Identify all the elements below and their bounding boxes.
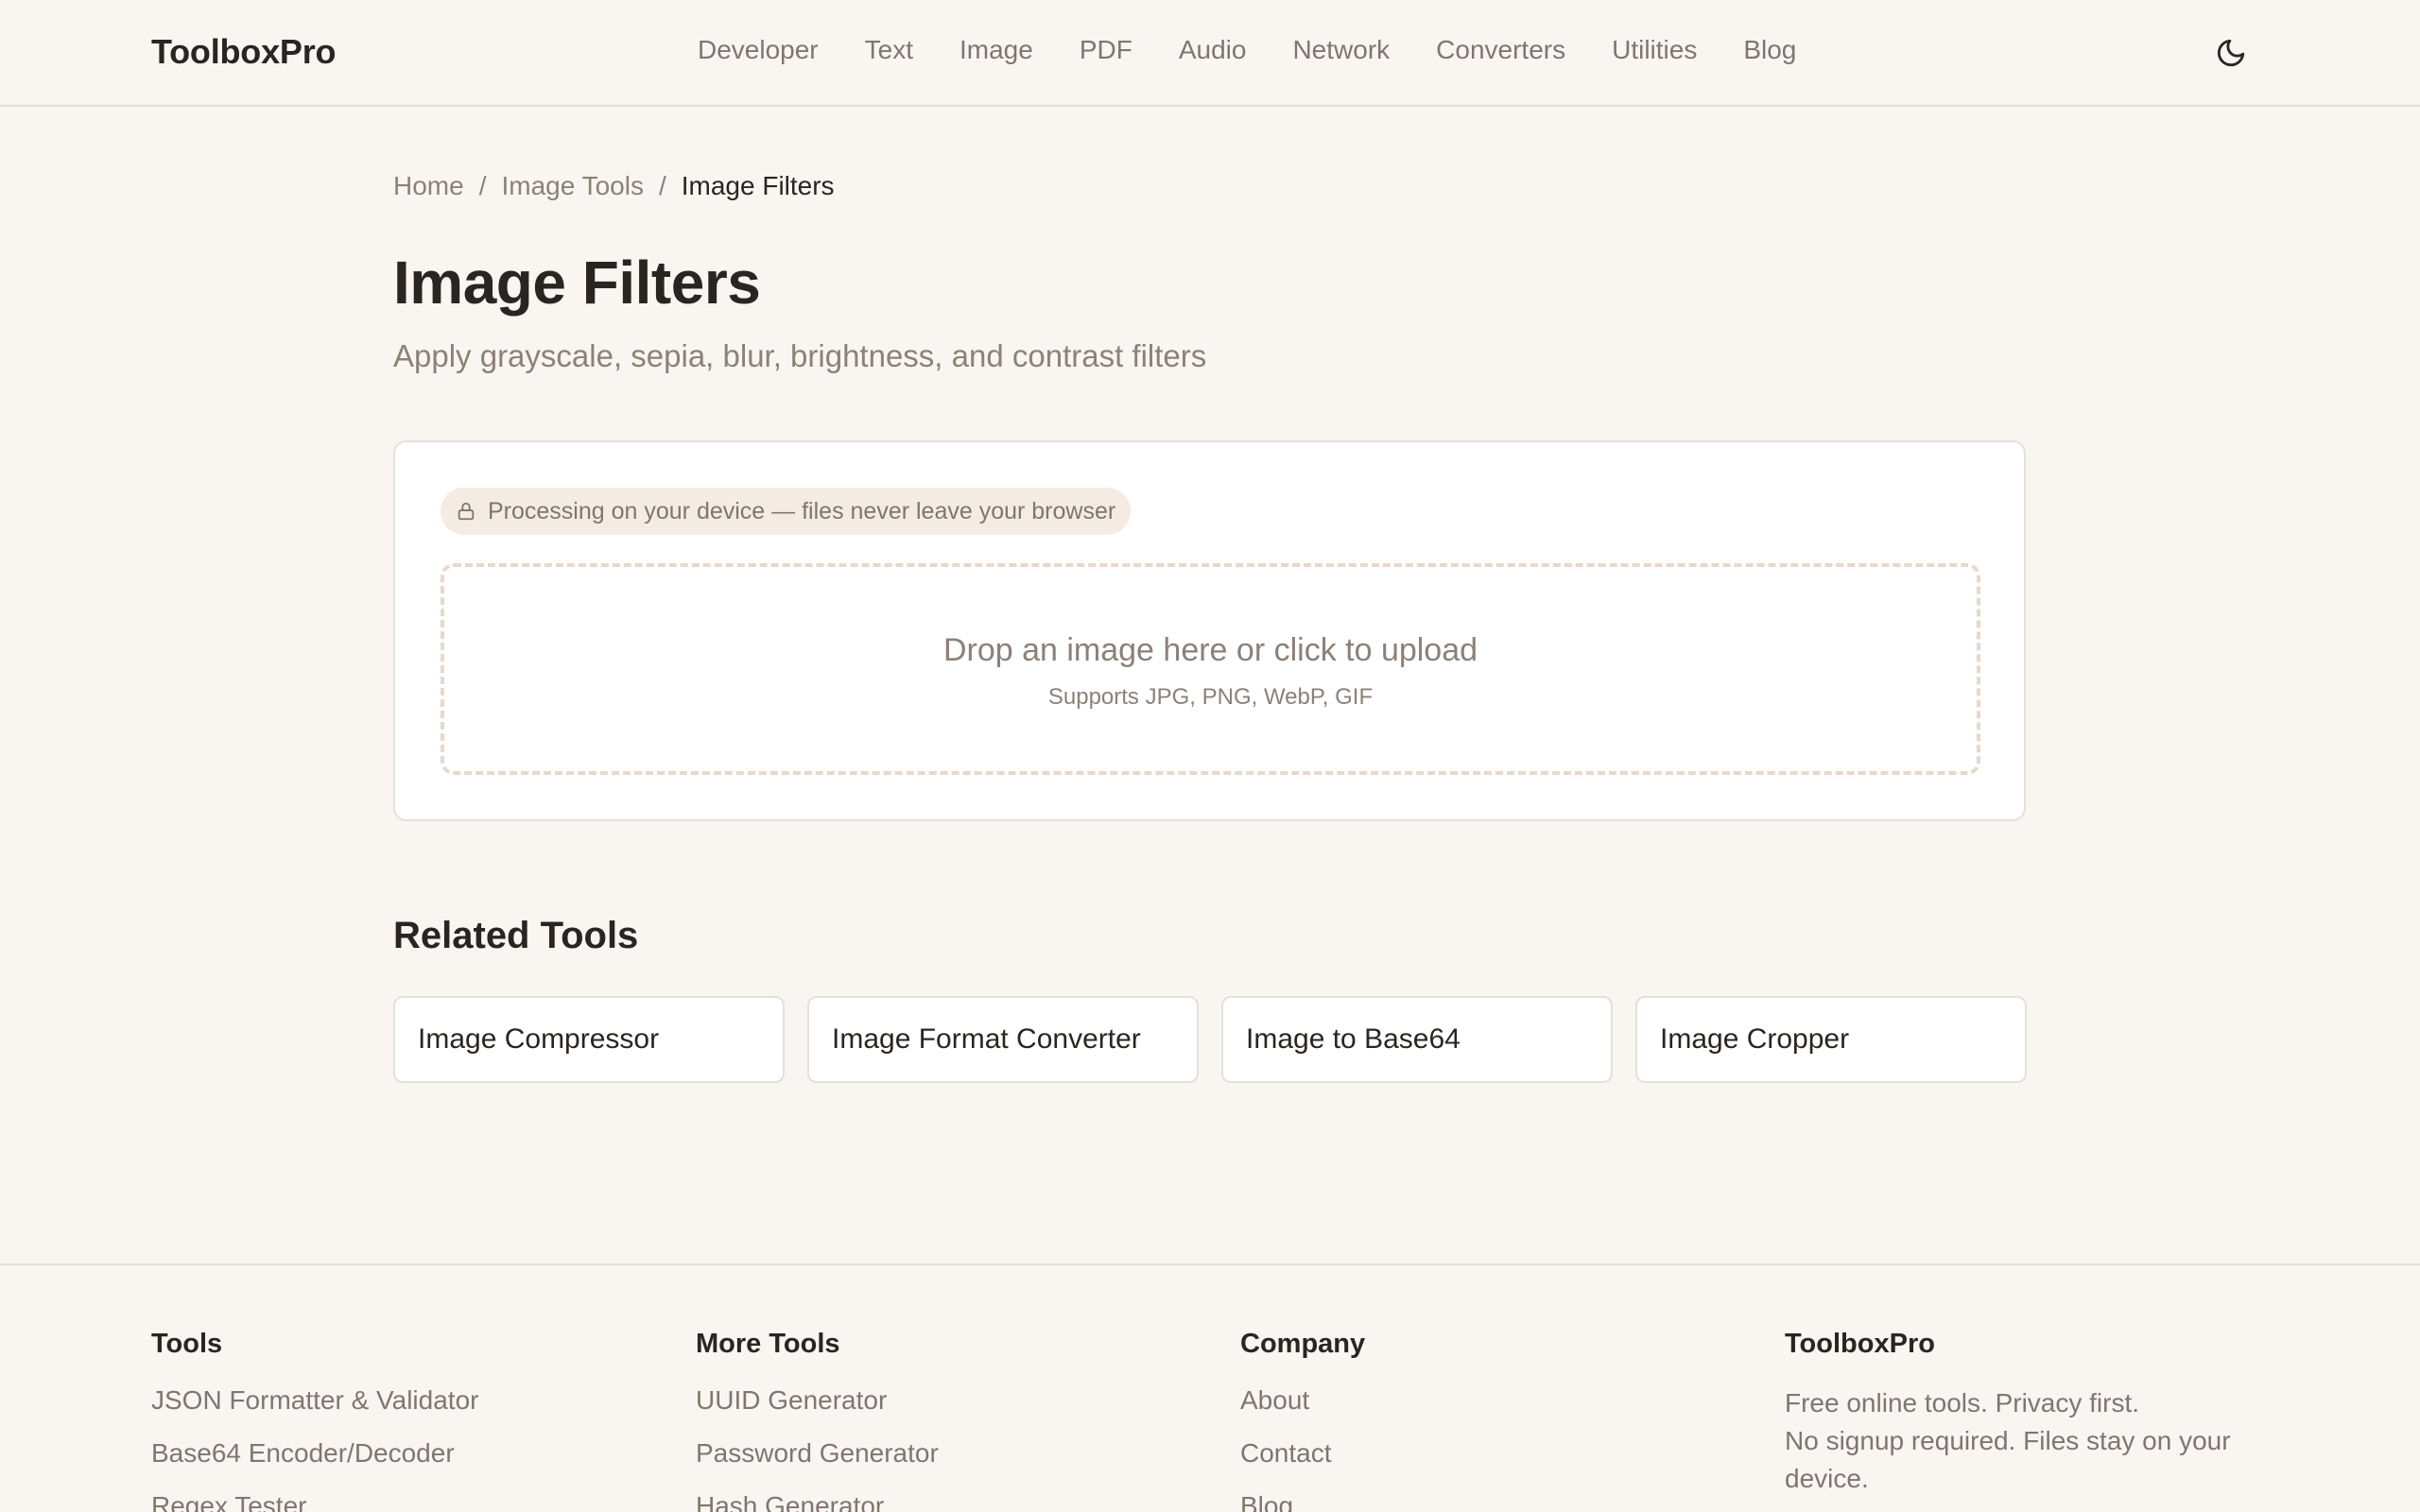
theme-toggle-button[interactable]	[2212, 34, 2250, 72]
dropzone-formats: Supports JPG, PNG, WebP, GIF	[1047, 684, 1374, 710]
breadcrumb-current: Image Filters	[681, 171, 835, 200]
footer-link-hash-generator[interactable]: Hash Generator	[696, 1490, 1187, 1512]
nav-image[interactable]: Image	[959, 35, 1033, 65]
footer-link-regex-tester[interactable]: Regex Tester	[151, 1490, 643, 1512]
tool-card: Processing on your device — files never …	[393, 440, 2026, 821]
footer-company-heading: Company	[1240, 1329, 1366, 1359]
footer-company-column: Company About Contact Blog	[1240, 1329, 1732, 1512]
footer-more-tools-column: More Tools UUID Generator Password Gener…	[696, 1329, 1187, 1512]
nav-pdf[interactable]: PDF	[1080, 35, 1132, 65]
footer-about-line-2: No signup required. Files stay on your d…	[1785, 1426, 2231, 1493]
footer-link-json-formatter[interactable]: JSON Formatter & Validator	[151, 1384, 643, 1437]
footer-about-line-1: Free online tools. Privacy first.	[1785, 1388, 2140, 1418]
related-tool-image-to-base64[interactable]: Image to Base64	[1221, 996, 1613, 1083]
page-subtitle: Apply grayscale, sepia, blur, brightness…	[393, 338, 1207, 373]
footer-link-about[interactable]: About	[1240, 1384, 1732, 1437]
breadcrumb: Home / Image Tools / Image Filters	[393, 171, 835, 201]
nav-converters[interactable]: Converters	[1436, 35, 1565, 65]
breadcrumb-home[interactable]: Home	[393, 171, 464, 200]
footer-link-password-generator[interactable]: Password Generator	[696, 1437, 1187, 1490]
nav-developer[interactable]: Developer	[698, 35, 819, 65]
related-tool-image-compressor[interactable]: Image Compressor	[393, 996, 785, 1083]
nav-utilities[interactable]: Utilities	[1612, 35, 1697, 65]
related-tools-title: Related Tools	[393, 915, 639, 956]
moon-icon	[2217, 39, 2245, 67]
footer-link-base64[interactable]: Base64 Encoder/Decoder	[151, 1437, 643, 1490]
site-header: ToolboxPro Developer Text Image PDF Audi…	[0, 0, 2420, 107]
breadcrumb-separator: /	[658, 171, 666, 200]
breadcrumb-separator: /	[478, 171, 487, 200]
privacy-badge: Processing on your device — files never …	[441, 488, 1132, 535]
footer-about-column: ToolboxPro Free online tools. Privacy fi…	[1785, 1329, 2276, 1498]
nav-text[interactable]: Text	[865, 35, 913, 65]
dropzone-title: Drop an image here or click to upload	[942, 632, 1478, 668]
footer-more-tools-heading: More Tools	[696, 1329, 840, 1359]
breadcrumb-image-tools[interactable]: Image Tools	[501, 171, 643, 200]
footer-tools-heading: Tools	[151, 1329, 223, 1359]
nav-audio[interactable]: Audio	[1179, 35, 1247, 65]
nav-network[interactable]: Network	[1292, 35, 1390, 65]
upload-dropzone[interactable]: Drop an image here or click to upload Su…	[441, 563, 1980, 775]
related-tool-image-format-converter[interactable]: Image Format Converter	[807, 996, 1199, 1083]
lock-icon	[458, 502, 475, 521]
footer-about-text: Free online tools. Privacy first. No sign…	[1785, 1384, 2276, 1498]
privacy-text: Processing on your device — files never …	[488, 497, 1116, 524]
related-tool-image-cropper[interactable]: Image Cropper	[1635, 996, 2027, 1083]
footer-link-blog[interactable]: Blog	[1240, 1490, 1732, 1512]
footer-divider	[0, 1263, 2420, 1265]
footer-link-uuid-generator[interactable]: UUID Generator	[696, 1384, 1187, 1437]
main-nav: Developer Text Image PDF Audio Network C…	[698, 35, 1796, 65]
footer-about-heading: ToolboxPro	[1785, 1329, 1935, 1359]
footer-link-contact[interactable]: Contact	[1240, 1437, 1732, 1490]
page-title: Image Filters	[393, 249, 761, 317]
nav-blog[interactable]: Blog	[1743, 35, 1796, 65]
footer-tools-column: Tools JSON Formatter & Validator Base64 …	[151, 1329, 643, 1512]
brand-logo[interactable]: ToolboxPro	[151, 32, 337, 72]
